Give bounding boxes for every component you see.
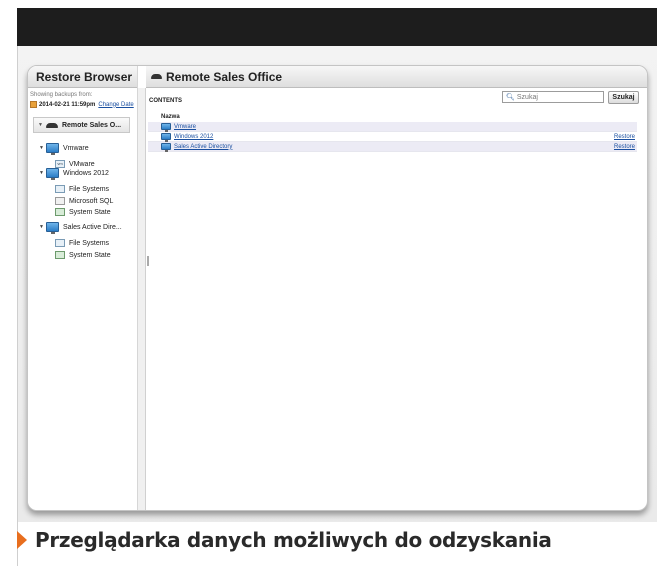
- tree-item-label: System State: [69, 251, 111, 259]
- search-button[interactable]: Szukaj: [608, 91, 639, 104]
- tree-item-label: VMware: [69, 160, 95, 168]
- backup-date: 2014-02-21 11:59pm: [39, 101, 96, 108]
- monitor-icon: [161, 143, 171, 152]
- table-row[interactable]: Vmware: [148, 122, 637, 132]
- search-icon: 🔍︎: [506, 94, 515, 101]
- tree-item-label: Windows 2012: [62, 169, 109, 177]
- search-input[interactable]: 🔍︎ Szukaj: [502, 91, 604, 103]
- restore-link[interactable]: Restore: [614, 134, 637, 140]
- restore-link[interactable]: Restore: [614, 144, 637, 150]
- collapse-triangle-icon[interactable]: ▼: [39, 170, 44, 176]
- figure-caption: Przeglądarka danych możliwych do odzyska…: [17, 528, 552, 552]
- collapse-triangle-icon[interactable]: ▼: [38, 122, 43, 128]
- sidebar-header: Restore Browser: [28, 66, 137, 88]
- monitor-icon: [161, 123, 171, 132]
- contents-table: Nazwa Vmware Windows 2012 Restore Sales …: [148, 113, 637, 152]
- tree-root-label: Remote Sales O...: [61, 121, 122, 129]
- left-divider-line: [17, 46, 18, 566]
- contents-label: CONTENTS: [149, 98, 182, 104]
- restore-browser-window: Restore Browser Showing backups from: 20…: [27, 65, 648, 511]
- collapse-triangle-icon[interactable]: ▼: [39, 145, 44, 151]
- main-panel: Remote Sales Office CONTENTS 🔍︎ Szukaj S…: [146, 66, 647, 510]
- tree-root-remote-sales[interactable]: ▼ Remote Sales O...: [33, 117, 130, 133]
- backups-label: Showing backups from:: [30, 92, 93, 98]
- monitor-icon: [45, 143, 59, 155]
- vm-icon: vm: [55, 160, 65, 168]
- monitor-icon: [161, 133, 171, 142]
- tree-item-file-systems[interactable]: File Systems: [55, 185, 109, 193]
- main-title: Remote Sales Office: [166, 69, 283, 84]
- collapse-triangle-icon[interactable]: ▼: [39, 224, 44, 230]
- splitter-handle[interactable]: [147, 256, 149, 266]
- row-name-link[interactable]: Sales Active Directory: [174, 144, 232, 150]
- monitor-icon: [45, 168, 59, 180]
- tree-item-label: File Systems: [69, 185, 110, 193]
- database-icon: [55, 197, 65, 205]
- page: Restore Browser Showing backups from: 20…: [0, 0, 657, 578]
- tree-item-label: Microsoft SQL: [69, 197, 114, 205]
- tree-item-vmware-child[interactable]: vm VMware: [55, 160, 95, 168]
- tree-item-microsoft-sql[interactable]: Microsoft SQL: [55, 197, 113, 205]
- sidebar-title: Restore Browser: [36, 70, 133, 84]
- tree-item-vmware[interactable]: ▼ Vmware: [39, 143, 89, 155]
- column-header-name[interactable]: Nazwa: [148, 113, 637, 122]
- tree-item-label: File Systems: [69, 239, 110, 247]
- tree-item-system-state-2[interactable]: System State: [55, 251, 111, 259]
- calendar-icon: [30, 101, 37, 108]
- tree-item-windows-2012[interactable]: ▼ Windows 2012: [39, 168, 109, 180]
- tree-item-label: Sales Active Dire...: [62, 223, 122, 231]
- table-row[interactable]: Windows 2012 Restore: [148, 132, 637, 142]
- file-systems-icon: [55, 239, 65, 247]
- table-row[interactable]: Sales Active Directory Restore: [148, 142, 637, 152]
- search-placeholder: Szukaj: [516, 93, 538, 101]
- row-name-link[interactable]: Vmware: [174, 124, 196, 130]
- tree-item-label: System State: [69, 208, 111, 216]
- system-state-icon: [55, 208, 65, 216]
- tree-item-sales-active-directory[interactable]: ▼ Sales Active Dire...: [39, 222, 122, 234]
- system-state-icon: [55, 251, 65, 259]
- cloud-icon: [45, 122, 58, 128]
- change-date-link[interactable]: Change Date: [98, 102, 133, 108]
- sidebar: Restore Browser Showing backups from: 20…: [28, 66, 138, 510]
- top-black-bar: [17, 8, 657, 46]
- sidebar-scrollbar[interactable]: [138, 88, 146, 510]
- caption-arrow-icon: [17, 531, 27, 549]
- cloud-icon: [151, 74, 162, 79]
- tree-item-label: Vmware: [62, 144, 89, 152]
- tree-item-system-state[interactable]: System State: [55, 208, 111, 216]
- row-name-link[interactable]: Windows 2012: [174, 134, 213, 140]
- caption-text: Przeglądarka danych możliwych do odzyska…: [35, 528, 552, 552]
- file-systems-icon: [55, 185, 65, 193]
- backup-date-row: 2014-02-21 11:59pm Change Date: [30, 101, 134, 108]
- main-header: Remote Sales Office: [146, 66, 647, 88]
- tree-item-file-systems-2[interactable]: File Systems: [55, 239, 109, 247]
- monitor-icon: [45, 222, 59, 234]
